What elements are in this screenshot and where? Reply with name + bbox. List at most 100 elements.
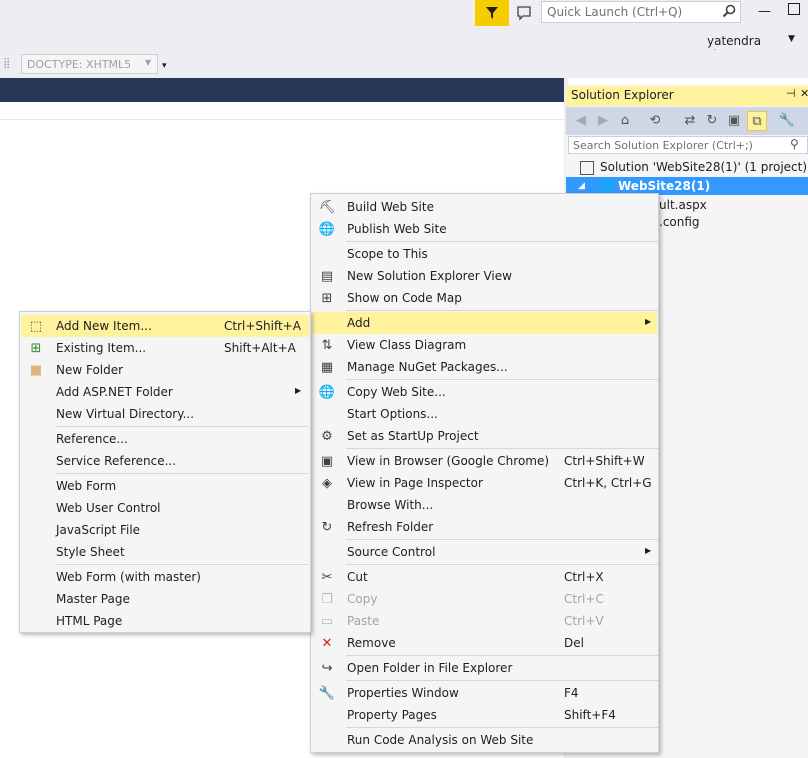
menu-item-add[interactable]: Add ▶ bbox=[312, 312, 657, 334]
menu-item-html-page[interactable]: HTML Page bbox=[21, 610, 309, 632]
copy-web-icon: 🌐 bbox=[318, 384, 336, 400]
submenu-arrow-icon: ▶ bbox=[645, 546, 652, 555]
search-icon[interactable] bbox=[722, 4, 738, 20]
menu-item-set-startup-project[interactable]: ⚙ Set as StartUp Project bbox=[312, 425, 657, 447]
menu-item-web-form-with-master[interactable]: Web Form (with master) bbox=[21, 566, 309, 588]
submenu-arrow-icon: ▶ bbox=[295, 386, 302, 395]
new-view-icon: ▤ bbox=[320, 268, 334, 284]
menu-item-manage-nuget[interactable]: ▦ Manage NuGet Packages... bbox=[312, 356, 657, 378]
close-icon[interactable]: ✕ bbox=[800, 87, 808, 100]
menu-separator bbox=[346, 539, 658, 540]
menu-item-remove[interactable]: ✕ Remove Del bbox=[312, 632, 657, 654]
doctype-select[interactable]: DOCTYPE: XHTML5 bbox=[21, 54, 158, 74]
pin-icon[interactable]: ⊣ bbox=[786, 87, 796, 100]
menu-separator bbox=[55, 426, 308, 427]
menu-separator bbox=[346, 241, 658, 242]
folder-icon: ■ bbox=[29, 362, 43, 378]
menu-item-copy[interactable]: ❐ Copy Ctrl+C bbox=[312, 588, 657, 610]
remove-icon: ✕ bbox=[321, 635, 333, 651]
menu-item-source-control[interactable]: Source Control ▶ bbox=[312, 541, 657, 563]
menu-item-show-on-code-map[interactable]: ⊞ Show on Code Map bbox=[312, 287, 657, 309]
history-icon[interactable]: ⟲ bbox=[646, 111, 664, 129]
new-item-icon: ⬚ bbox=[29, 318, 43, 334]
browser-icon: ▣ bbox=[320, 453, 334, 469]
quick-launch-input[interactable]: Quick Launch (Ctrl+Q) bbox=[541, 1, 741, 23]
search-icon[interactable]: ⚲ bbox=[790, 137, 799, 151]
toolbar-grip-icon[interactable]: ⣿ bbox=[3, 58, 10, 69]
menu-item-view-in-page-inspector[interactable]: ◈ View in Page Inspector Ctrl+K, Ctrl+G bbox=[312, 472, 657, 494]
forward-icon[interactable]: ▶ bbox=[594, 111, 612, 129]
minimize-icon[interactable]: — bbox=[758, 4, 771, 19]
menu-item-new-solution-explorer-view[interactable]: ▤ New Solution Explorer View bbox=[312, 265, 657, 287]
menu-item-properties-window[interactable]: 🔧 Properties Window F4 bbox=[312, 682, 657, 704]
toolbar-overflow-icon[interactable]: ▾ bbox=[162, 61, 167, 71]
tree-item-website[interactable]: WebSite28(1) bbox=[618, 179, 710, 193]
menu-separator bbox=[346, 379, 658, 380]
menu-item-web-form[interactable]: Web Form bbox=[21, 475, 309, 497]
menu-item-add-aspnet-folder[interactable]: Add ASP.NET Folder ▶ bbox=[21, 381, 309, 403]
menu-item-open-folder-in-file-explorer[interactable]: ↪ Open Folder in File Explorer bbox=[312, 657, 657, 679]
chevron-down-icon[interactable]: ▼ bbox=[145, 58, 151, 67]
menu-item-new-virtual-directory[interactable]: New Virtual Directory... bbox=[21, 403, 309, 425]
maximize-icon[interactable] bbox=[788, 3, 800, 15]
back-icon[interactable]: ◀ bbox=[572, 111, 590, 129]
menu-item-run-code-analysis[interactable]: Run Code Analysis on Web Site bbox=[312, 729, 657, 751]
publish-icon: 🌐 bbox=[318, 221, 336, 237]
globe-icon: 🌐 bbox=[598, 179, 615, 194]
menu-item-view-class-diagram[interactable]: ⇅ View Class Diagram bbox=[312, 334, 657, 356]
menu-item-service-reference[interactable]: Service Reference... bbox=[21, 450, 309, 472]
wrench-icon: 🔧 bbox=[318, 685, 336, 701]
open-folder-icon: ↪ bbox=[321, 660, 333, 676]
inspector-icon: ◈ bbox=[322, 475, 332, 491]
sync-icon[interactable]: ⇄ bbox=[681, 111, 699, 129]
menu-item-refresh-folder[interactable]: ↻ Refresh Folder bbox=[312, 516, 657, 538]
menu-separator bbox=[346, 727, 658, 728]
menu-item-build-web-site[interactable]: ⛏ Build Web Site bbox=[312, 196, 657, 218]
menu-item-property-pages[interactable]: Property Pages Shift+F4 bbox=[312, 704, 657, 726]
notifications-filter-icon[interactable] bbox=[475, 0, 509, 26]
menu-item-javascript-file[interactable]: JavaScript File bbox=[21, 519, 309, 541]
paste-icon: ▭ bbox=[320, 613, 334, 629]
home-icon[interactable]: ⌂ bbox=[616, 111, 634, 129]
editor-tab-bar bbox=[0, 78, 564, 102]
copy-icon: ❐ bbox=[321, 591, 333, 607]
editor-divider bbox=[0, 119, 564, 120]
menu-item-copy-web-site[interactable]: 🌐 Copy Web Site... bbox=[312, 381, 657, 403]
show-all-files-icon[interactable]: ⧉ bbox=[747, 111, 767, 131]
menu-item-style-sheet[interactable]: Style Sheet bbox=[21, 541, 309, 563]
collapse-all-icon[interactable]: ▣ bbox=[725, 111, 743, 129]
menu-item-reference[interactable]: Reference... bbox=[21, 428, 309, 450]
menu-item-paste[interactable]: ▭ Paste Ctrl+V bbox=[312, 610, 657, 632]
menu-item-cut[interactable]: ✂ Cut Ctrl+X bbox=[312, 566, 657, 588]
menu-item-publish-web-site[interactable]: 🌐 Publish Web Site bbox=[312, 218, 657, 240]
menu-item-browse-with[interactable]: Browse With... bbox=[312, 494, 657, 516]
menu-item-scope-to-this[interactable]: Scope to This bbox=[312, 243, 657, 265]
menu-item-start-options[interactable]: Start Options... bbox=[312, 403, 657, 425]
expand-arrow-icon[interactable]: ◢ bbox=[578, 181, 585, 191]
tree-item-web-config[interactable]: .config bbox=[659, 215, 700, 229]
tree-item-solution[interactable]: Solution 'WebSite28(1)' (1 project) bbox=[600, 160, 807, 174]
menu-item-add-new-item[interactable]: ⬚ Add New Item... Ctrl+Shift+A bbox=[21, 315, 309, 337]
solution-icon bbox=[580, 161, 594, 175]
cut-icon: ✂ bbox=[321, 569, 333, 585]
properties-icon[interactable]: 🔧 bbox=[778, 111, 796, 129]
submenu-arrow-icon: ▶ bbox=[645, 317, 652, 326]
menu-item-new-folder[interactable]: ■ New Folder bbox=[21, 359, 309, 381]
refresh-icon: ↻ bbox=[321, 519, 333, 535]
menu-item-view-in-browser[interactable]: ▣ View in Browser (Google Chrome) Ctrl+S… bbox=[312, 450, 657, 472]
refresh-icon[interactable]: ↻ bbox=[703, 111, 721, 129]
build-icon: ⛏ bbox=[318, 199, 336, 215]
chevron-down-icon[interactable]: ▼ bbox=[788, 34, 795, 44]
add-submenu: ⬚ Add New Item... Ctrl+Shift+A ⊞ Existin… bbox=[19, 311, 311, 633]
menu-separator bbox=[346, 680, 658, 681]
solution-search-input[interactable]: Search Solution Explorer (Ctrl+;) bbox=[568, 136, 808, 154]
menu-item-master-page[interactable]: Master Page bbox=[21, 588, 309, 610]
menu-item-existing-item[interactable]: ⊞ Existing Item... Shift+Alt+A bbox=[21, 337, 309, 359]
menu-item-web-user-control[interactable]: Web User Control bbox=[21, 497, 309, 519]
panel-title: Solution Explorer bbox=[571, 88, 674, 102]
project-context-menu: ⛏ Build Web Site 🌐 Publish Web Site Scop… bbox=[310, 193, 659, 753]
menu-separator bbox=[346, 448, 658, 449]
code-map-icon: ⊞ bbox=[321, 290, 333, 306]
tree-item-default-aspx[interactable]: ult.aspx bbox=[659, 198, 707, 212]
feedback-icon[interactable] bbox=[514, 3, 534, 23]
